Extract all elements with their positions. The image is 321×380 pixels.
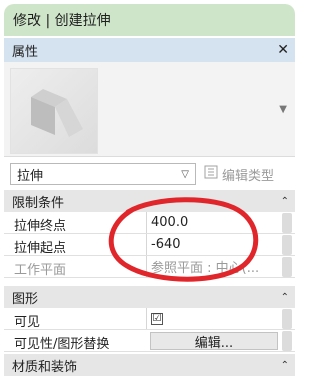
properties-header: 属性 ✕ [4, 38, 295, 62]
type-selector[interactable]: 拉伸 ▽ [10, 163, 196, 185]
property-label: 可见性/图形替换 [14, 337, 110, 352]
property-row-visible: 可见 ☑ [4, 308, 295, 330]
edit-type-button[interactable]: 编辑类型 [204, 163, 274, 185]
extrusion-start-field[interactable]: -640 [146, 234, 274, 255]
properties-title: 属性 [12, 44, 39, 60]
collapse-icon[interactable]: ⌃ [281, 360, 289, 371]
section-label: 限制条件 [12, 195, 65, 211]
collapse-icon[interactable]: ⌃ [281, 196, 289, 207]
property-label: 工作平面 [14, 263, 67, 278]
row-scroll-handle[interactable] [282, 309, 292, 329]
property-row-extrusion-start: 拉伸起点 -640 [4, 234, 295, 256]
row-scroll-handle[interactable] [282, 257, 292, 277]
chevron-down-icon: ▽ [181, 168, 189, 180]
visible-checkbox-cell: ☑ [146, 308, 274, 329]
edit-visibility-button[interactable]: 编辑... [150, 332, 278, 351]
property-label: 拉伸起点 [14, 241, 67, 256]
section-label: 材质和装饰 [12, 359, 78, 375]
property-row-extrusion-end: 拉伸终点 400.0 [4, 212, 295, 234]
row-scroll-handle[interactable] [282, 235, 292, 255]
section-constraints[interactable]: 限制条件 ⌃ [4, 190, 295, 212]
type-selector-row: 拉伸 ▽ 编辑类型 [4, 161, 295, 187]
collapse-icon[interactable]: ⌃ [281, 292, 289, 303]
extrusion-end-field[interactable]: 400.0 [146, 212, 274, 233]
work-plane-value: 参照平面 : 中心(... [146, 256, 274, 277]
window-title: 修改 | 创建拉伸 [4, 4, 295, 36]
type-selector-value: 拉伸 [17, 168, 44, 184]
edit-type-label: 编辑类型 [222, 168, 275, 184]
row-scroll-handle[interactable] [282, 331, 292, 351]
property-label: 可见 [14, 315, 41, 330]
chevron-down-icon[interactable]: ▼ [279, 104, 287, 115]
row-scroll-handle[interactable] [282, 213, 292, 233]
type-thumbnail-image [10, 68, 98, 154]
edit-type-icon [204, 165, 218, 183]
section-graphics[interactable]: 图形 ⌃ [4, 286, 295, 308]
visible-checkbox[interactable]: ☑ [151, 312, 163, 325]
property-row-visibility-override: 可见性/图形替换 编辑... [4, 330, 295, 352]
section-label: 图形 [12, 291, 39, 307]
close-icon[interactable]: ✕ [277, 42, 289, 58]
type-preview[interactable]: ▼ [4, 62, 295, 157]
property-label: 拉伸终点 [14, 219, 67, 234]
section-materials[interactable]: 材质和装饰 ⌃ [4, 354, 295, 376]
property-row-work-plane: 工作平面 参照平面 : 中心(... [4, 256, 295, 278]
properties-panel: 修改 | 创建拉伸 属性 ✕ ▼ 拉伸 ▽ 编辑类型 限制条件 ⌃ 拉伸终点 4… [4, 4, 295, 376]
